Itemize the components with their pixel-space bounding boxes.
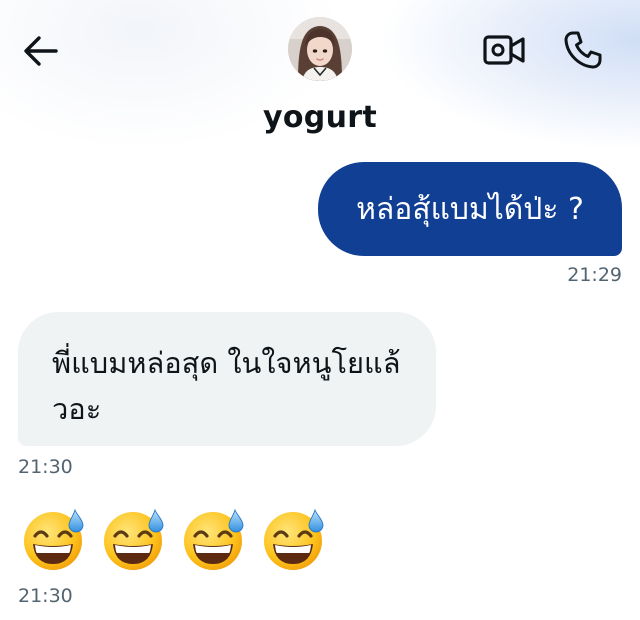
message-timestamp: 21:29 [567,264,622,286]
grinning-face-with-sweat-icon [24,508,84,570]
avatar[interactable] [288,17,352,81]
grinning-face-with-sweat-icon [264,508,324,570]
video-camera-icon [483,35,525,65]
phone-icon [564,31,602,69]
grinning-face-with-sweat-icon [184,508,244,570]
message-timestamp: 21:30 [18,585,73,607]
emoji-message[interactable] [22,506,328,572]
incoming-message-bubble[interactable]: พี่แบมหล่อสุด ในใจหนูโยแล้วอะ [18,312,436,446]
message-text: พี่แบมหล่อสุด ในใจหนูโยแล้วอะ [52,346,401,426]
grinning-face-with-sweat-icon [104,508,164,570]
voice-call-button[interactable] [560,27,606,73]
video-call-button[interactable] [481,30,527,70]
message-text: หล่อสุ้แบมได้ป่ะ ? [356,191,584,227]
outgoing-message-bubble[interactable]: หล่อสุ้แบมได้ป่ะ ? [318,162,622,256]
back-arrow-icon [24,36,58,66]
back-button[interactable] [20,30,62,72]
message-timestamp: 21:30 [18,456,73,478]
contact-name[interactable]: yogurt [0,100,640,135]
avatar-image [288,17,352,81]
